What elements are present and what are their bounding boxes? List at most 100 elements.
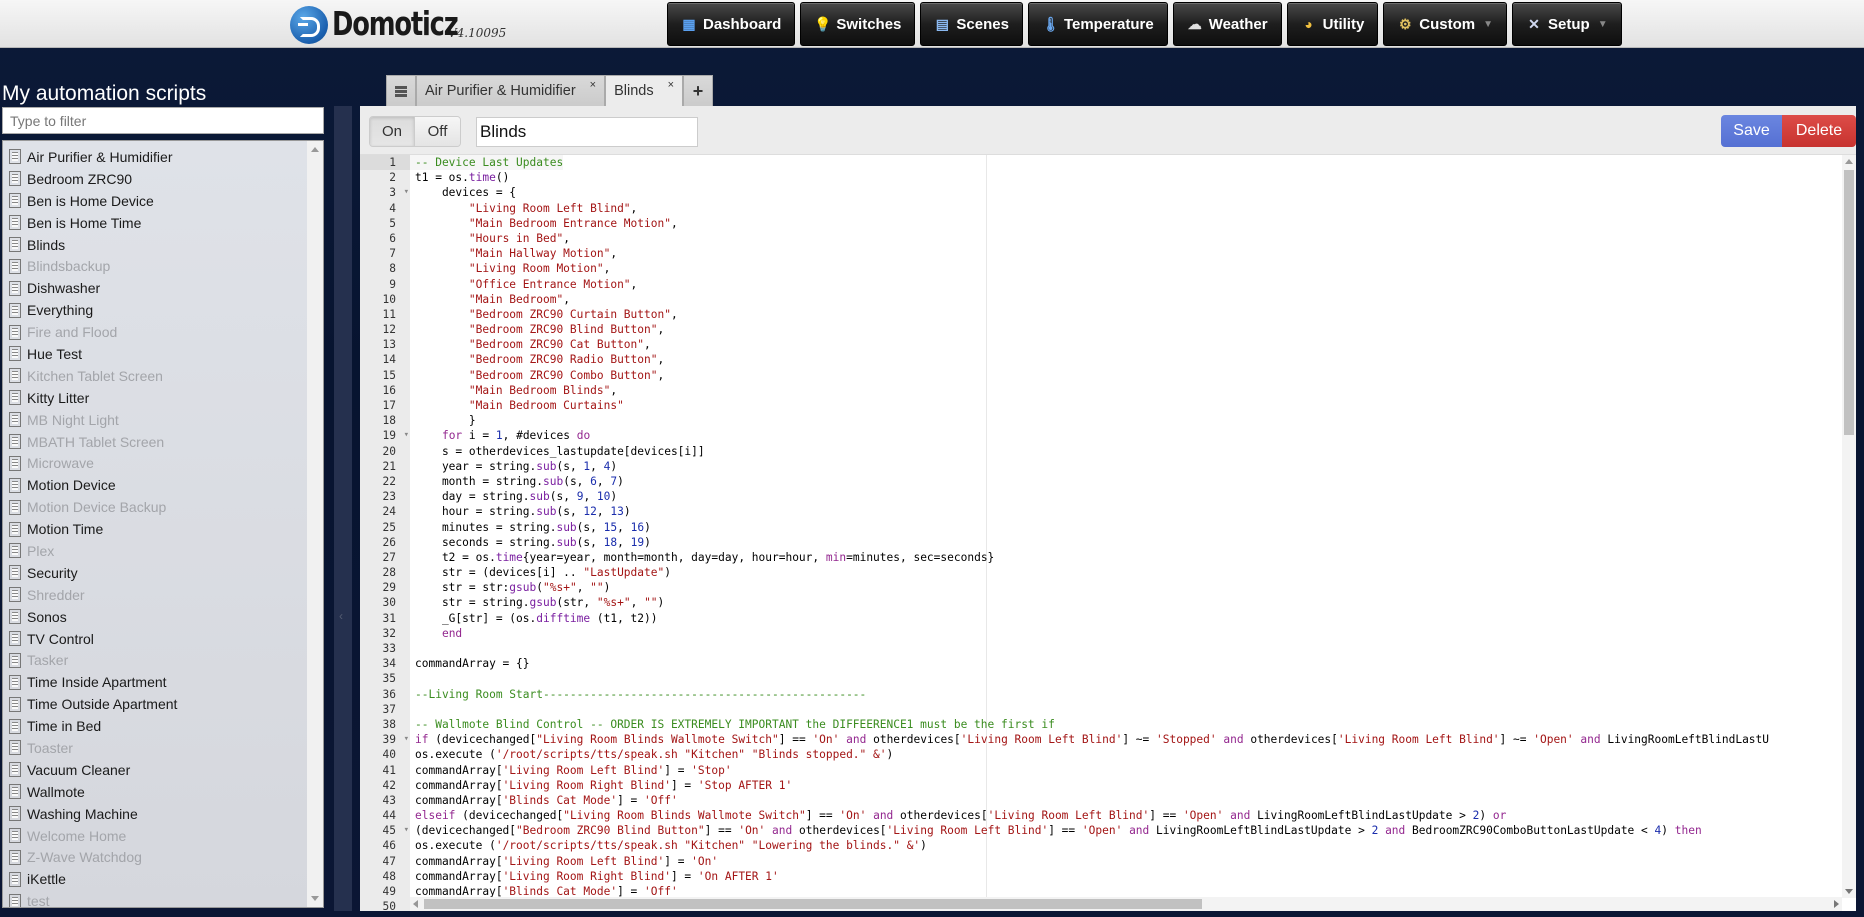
code-line[interactable]: 4 "Living Room Left Blind", (360, 201, 1856, 216)
code-line[interactable]: 8 "Living Room Motion", (360, 261, 1856, 276)
code-line[interactable]: 15 "Bedroom ZRC90 Combo Button", (360, 368, 1856, 383)
script-list-item[interactable]: Blindsbackup (3, 255, 323, 277)
vertical-scroll-thumb[interactable] (1844, 170, 1854, 435)
save-button[interactable]: Save (1721, 115, 1782, 147)
script-list-item[interactable]: Time in Bed (3, 715, 323, 737)
code-line[interactable]: 23 day = string.sub(s, 9, 10) (360, 489, 1856, 504)
script-list-item[interactable]: Everything (3, 299, 323, 321)
script-list-item[interactable]: test (3, 890, 323, 907)
close-icon[interactable]: × (668, 79, 674, 91)
code-line[interactable]: 38 -- Wallmote Blind Control -- ORDER IS … (360, 717, 1856, 732)
scroll-up-icon[interactable] (311, 147, 319, 152)
script-filter-input[interactable] (2, 107, 324, 134)
code-line[interactable]: 24 hour = string.sub(s, 12, 13) (360, 504, 1856, 519)
domoticz-logo[interactable]: Domoticz V4.10095 (290, 4, 506, 44)
code-editor[interactable]: 1 -- Device Last Updates 2 t1 = os.time() 3 … (360, 154, 1856, 911)
script-list-item[interactable]: Dishwasher (3, 277, 323, 299)
code-line[interactable]: 22 month = string.sub(s, 6, 7) (360, 474, 1856, 489)
script-list-item[interactable]: Ben is Home Time (3, 212, 323, 234)
code-line[interactable]: 43 commandArray['Blinds Cat Mode'] = 'Off… (360, 793, 1856, 808)
script-list-item[interactable]: Blinds (3, 234, 323, 256)
nav-custom[interactable]: ⚙ Custom ▼ (1383, 2, 1508, 46)
nav-setup[interactable]: ✕ Setup ▼ (1512, 2, 1622, 46)
code-line[interactable]: 7 "Main Hallway Motion", (360, 246, 1856, 261)
code-line[interactable]: 11 "Bedroom ZRC90 Curtain Button", (360, 307, 1856, 322)
tab-blinds[interactable]: Blinds × (605, 75, 684, 106)
horizontal-scrollbar[interactable] (410, 897, 1842, 911)
horizontal-scroll-thumb[interactable] (424, 899, 1202, 909)
script-list-item[interactable]: iKettle (3, 868, 323, 890)
vertical-scrollbar[interactable] (1842, 155, 1856, 898)
script-list-item[interactable]: Bedroom ZRC90 (3, 168, 323, 190)
script-list-item[interactable]: MBATH Tablet Screen (3, 431, 323, 453)
script-list-item[interactable]: Microwave (3, 452, 323, 474)
line-number[interactable]: 19 (360, 428, 410, 443)
code-line[interactable]: 27 t2 = os.time{year=year, month=month, … (360, 550, 1856, 565)
script-list-item[interactable]: Motion Time (3, 518, 323, 540)
script-list-item[interactable]: Toaster (3, 737, 323, 759)
nav-temperature[interactable]: 🌡 Temperature (1027, 2, 1168, 46)
code-line[interactable]: 13 "Bedroom ZRC90 Cat Button", (360, 337, 1856, 352)
script-list-item[interactable]: Motion Device (3, 474, 323, 496)
code-line[interactable]: 3 devices = { (360, 185, 1856, 200)
code-line[interactable]: 5 "Main Bedroom Entrance Motion", (360, 216, 1856, 231)
code-line[interactable]: 17 "Main Bedroom Curtains" (360, 398, 1856, 413)
code-line[interactable]: 16 "Main Bedroom Blinds", (360, 383, 1856, 398)
delete-button[interactable]: Delete (1782, 115, 1856, 147)
script-list-item[interactable]: Sonos (3, 606, 323, 628)
script-list-item[interactable]: Time Inside Apartment (3, 671, 323, 693)
code-line[interactable]: 46 os.execute ('/root/scripts/tts/speak.s… (360, 838, 1856, 853)
code-line[interactable]: 18 } (360, 413, 1856, 428)
code-line[interactable]: 19 for i = 1, #devices do (360, 428, 1856, 443)
close-icon[interactable]: × (590, 79, 596, 91)
panel-splitter[interactable]: ‹ (334, 106, 352, 911)
code-line[interactable]: 30 str = string.gsub(str, "%s+", "") (360, 595, 1856, 610)
code-line[interactable]: 25 minutes = string.sub(s, 15, 16) (360, 520, 1856, 535)
tab-list-menu-button[interactable] (386, 75, 416, 106)
nav-scenes[interactable]: ▤ Scenes (920, 2, 1023, 46)
scroll-down-icon[interactable] (1845, 889, 1853, 894)
scroll-right-icon[interactable] (1834, 900, 1839, 908)
script-list-item[interactable]: Kitty Litter (3, 387, 323, 409)
code-line[interactable]: 31 _G[str] = (os.difftime (t1, t2)) (360, 611, 1856, 626)
code-line[interactable]: 10 "Main Bedroom", (360, 292, 1856, 307)
code-line[interactable]: 36 --Living Room Start-------------------… (360, 687, 1856, 702)
code-line[interactable]: 41 commandArray['Living Room Left Blind']… (360, 763, 1856, 778)
code-line[interactable]: 2 t1 = os.time() (360, 170, 1856, 185)
script-name-input[interactable] (476, 117, 698, 147)
code-line[interactable]: 47 commandArray['Living Room Left Blind']… (360, 854, 1856, 869)
scroll-down-icon[interactable] (311, 896, 319, 901)
script-list-item[interactable]: Vacuum Cleaner (3, 759, 323, 781)
script-list-item[interactable]: Motion Device Backup (3, 496, 323, 518)
code-line[interactable]: 44 elseif (devicechanged["Living Room Bli… (360, 808, 1856, 823)
line-number[interactable]: 3 (360, 185, 410, 200)
scroll-up-icon[interactable] (1845, 159, 1853, 164)
code-line[interactable]: 29 str = str:gsub("%s+", "") (360, 580, 1856, 595)
code-line[interactable]: 39 if (devicechanged["Living Room Blinds … (360, 732, 1856, 747)
code-line[interactable]: 42 commandArray['Living Room Right Blind'… (360, 778, 1856, 793)
code-line[interactable]: 20 s = otherdevices_lastupdate[devices[i… (360, 444, 1856, 459)
code-line[interactable]: 40 os.execute ('/root/scripts/tts/speak.s… (360, 747, 1856, 762)
code-line[interactable]: 48 commandArray['Living Room Right Blind'… (360, 869, 1856, 884)
tab-air-purifier[interactable]: Air Purifier & Humidifier × (416, 75, 606, 106)
script-list-item[interactable]: Ben is Home Device (3, 190, 323, 212)
code-line[interactable]: 45 (devicechanged["Bedroom ZRC90 Blind Bu… (360, 823, 1856, 838)
collapse-left-icon[interactable]: ‹ (339, 609, 343, 623)
code-line[interactable]: 6 "Hours in Bed", (360, 231, 1856, 246)
line-number[interactable]: 39 (360, 732, 410, 747)
code-line[interactable]: 35 (360, 671, 1856, 686)
line-number[interactable]: 45 (360, 823, 410, 838)
code-line[interactable]: 14 "Bedroom ZRC90 Radio Button", (360, 352, 1856, 367)
script-list-item[interactable]: Kitchen Tablet Screen (3, 365, 323, 387)
script-list-item[interactable]: Washing Machine (3, 803, 323, 825)
code-line[interactable]: 9 "Office Entrance Motion", (360, 277, 1856, 292)
script-list-item[interactable]: Shredder (3, 584, 323, 606)
code-line[interactable]: 21 year = string.sub(s, 1, 4) (360, 459, 1856, 474)
code-lines[interactable]: 1 -- Device Last Updates 2 t1 = os.time() 3 … (360, 155, 1856, 911)
script-list-item[interactable]: Z-Wave Watchdog (3, 847, 323, 869)
code-line[interactable]: 33 (360, 641, 1856, 656)
on-button[interactable]: On (370, 117, 415, 146)
nav-dashboard[interactable]: ▦ Dashboard (667, 2, 796, 46)
script-list-item[interactable]: Air Purifier & Humidifier (3, 146, 323, 168)
script-list-item[interactable]: Plex (3, 540, 323, 562)
